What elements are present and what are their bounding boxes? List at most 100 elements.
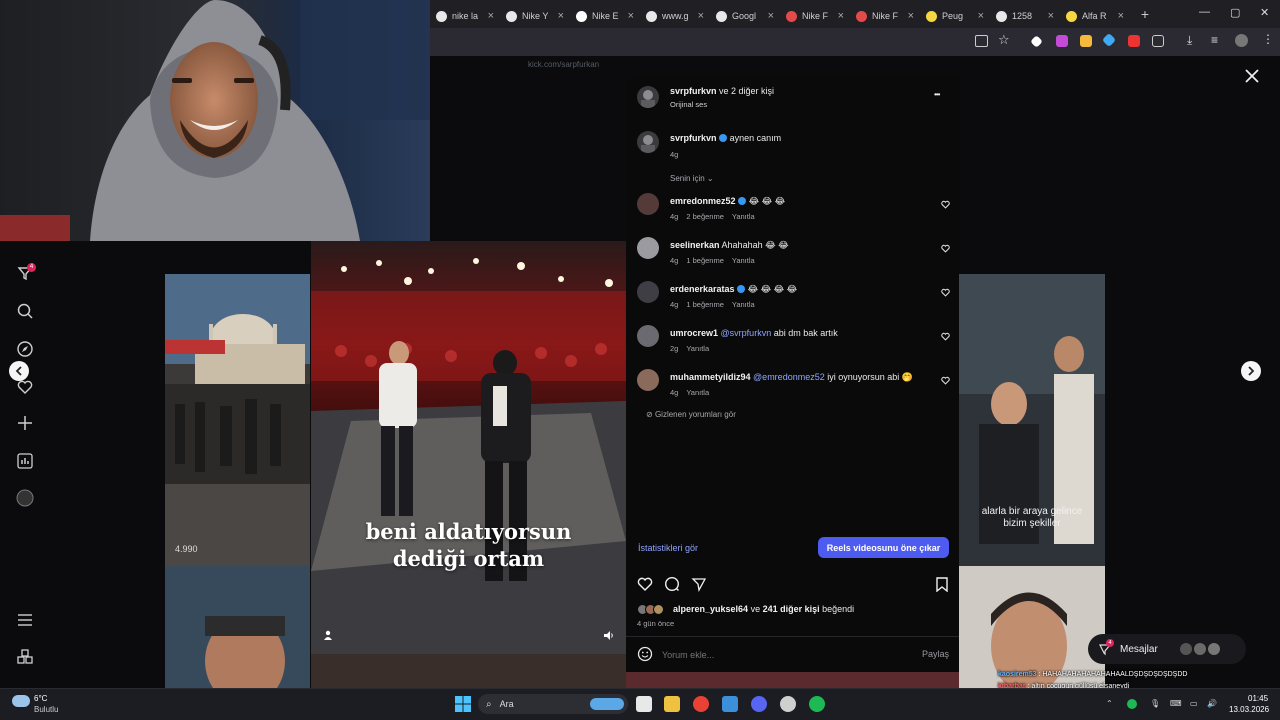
comment-bubble-icon[interactable] [664,576,680,592]
comment-input[interactable] [662,647,902,662]
windows-start-icon[interactable] [455,696,471,712]
close-tab-icon[interactable]: × [838,10,844,22]
comment-like-count[interactable]: 1 beğenme [686,300,724,309]
comment-username[interactable]: muhammetyildiz94 [670,372,751,382]
close-icon[interactable] [1244,68,1260,84]
reading-list-icon[interactable]: ≡ [1211,33,1218,47]
comment-like-heart-icon[interactable] [941,332,950,341]
tray-app-icon[interactable] [1127,699,1137,709]
browser-tab[interactable]: Googl × [710,4,780,28]
app-icon[interactable] [780,696,796,712]
commenter-avatar[interactable] [637,325,659,347]
comment-username[interactable]: emredonmez52 [670,196,736,206]
like-heart-icon[interactable] [637,576,653,592]
new-tab-button[interactable]: + [1136,6,1154,22]
comment-sort-dropdown[interactable]: Senin için ⌄ [670,174,714,183]
comment-username[interactable]: erdenerkaratas [670,284,735,294]
audio-label[interactable]: Orijinal ses [670,100,707,109]
microphone-icon[interactable]: 🎙 [1150,699,1160,708]
comment-like-heart-icon[interactable] [941,244,950,253]
likes-summary[interactable]: alperen_yuksel64 ve 241 diğer kişi beğen… [673,604,854,614]
share-send-icon[interactable] [691,576,707,592]
more-menu-icon[interactable] [16,611,34,629]
browser-tab[interactable]: Nike Y × [500,4,570,28]
commenter-avatar[interactable] [637,369,659,391]
close-tab-icon[interactable]: × [1048,10,1054,22]
download-icon[interactable]: ⤓ [1187,33,1192,48]
hidden-comments-link[interactable]: ⊘ Gizlenen yorumları gör [646,410,736,419]
browser-tab[interactable]: 1258 × [990,4,1060,28]
extension-icon[interactable] [1080,35,1092,47]
browser-tab[interactable]: Nike F × [780,4,850,28]
grid-thumbnail-event[interactable]: alarla bir araya gelince bizim şekiller [959,274,1105,566]
minimize-button[interactable]: — [1199,6,1210,18]
close-tab-icon[interactable]: × [628,10,634,22]
network-icon[interactable]: ▭ [1190,699,1198,708]
clock-date[interactable]: 13.03.2026 [1229,705,1269,714]
close-tab-icon[interactable]: × [1118,10,1124,22]
browser-tab[interactable]: Peug × [920,4,990,28]
browser-tab[interactable]: Nike F × [850,4,920,28]
comment-like-count[interactable]: 1 beğenme [686,256,724,265]
comment-like-heart-icon[interactable] [941,288,950,297]
grid-thumbnail-strip[interactable] [311,654,626,688]
taskbar-search[interactable]: ⌕ Ara [478,694,628,714]
grid-thumbnail-strip[interactable] [626,672,959,688]
comment-username[interactable]: seelinerkan [670,240,720,250]
emoji-picker-icon[interactable] [637,646,653,662]
commenter-avatar[interactable] [637,237,659,259]
volume-icon[interactable]: 🔊 [1207,699,1217,708]
close-tab-icon[interactable]: × [908,10,914,22]
extension-icon[interactable] [1128,35,1140,47]
audio-volume-icon[interactable] [603,630,614,641]
boost-reel-button[interactable]: Reels videosunu öne çıkar [818,537,949,558]
previous-post-button[interactable] [9,361,29,381]
post-comment-button[interactable]: Paylaş [922,649,949,659]
comment-like-count[interactable]: 2 beğenme [686,212,724,221]
weather-temp[interactable]: 6°C [34,694,47,703]
author-avatar[interactable] [637,131,659,153]
browser-tab[interactable]: Nike E × [570,4,640,28]
also-from-meta-icon[interactable] [16,648,34,666]
more-options-icon[interactable]: ••• [934,90,940,99]
close-window-button[interactable]: ✕ [1260,6,1269,19]
profile-nav-icon[interactable] [16,489,34,507]
next-post-button[interactable] [1241,361,1261,381]
view-insights-link[interactable]: İstatistikleri gör [638,543,698,553]
cast-icon[interactable] [975,35,988,47]
grid-thumbnail-portrait[interactable] [959,566,1105,688]
task-view-icon[interactable] [636,696,652,712]
grid-thumbnail-mosque[interactable]: 4.990 [165,274,310,566]
reply-button[interactable]: Yanıtla [732,300,755,309]
commenter-avatar[interactable] [637,281,659,303]
weather-desc[interactable]: Bulutlu [34,705,58,714]
reply-button[interactable]: Yanıtla [686,388,709,397]
close-tab-icon[interactable]: × [768,10,774,22]
browser-tab[interactable]: www.g × [640,4,710,28]
explore-compass-icon[interactable] [16,340,34,358]
close-tab-icon[interactable]: × [698,10,704,22]
search-icon[interactable] [16,302,34,320]
reply-button[interactable]: Yanıtla [732,212,755,221]
browser-tab[interactable]: nike la × [430,4,500,28]
dashboard-chart-icon[interactable] [16,452,34,470]
messages-button[interactable]: 4 Mesajlar [1088,634,1246,664]
weather-cloud-icon[interactable] [12,695,30,707]
tray-overflow-icon[interactable]: ⌃ [1106,699,1113,708]
create-plus-icon[interactable] [16,414,34,432]
clock-time[interactable]: 01:45 [1248,694,1268,703]
discord-icon[interactable] [751,696,767,712]
reel-video[interactable]: beni aldatıyorsun dediği ortam [311,241,626,654]
close-tab-icon[interactable]: × [978,10,984,22]
save-bookmark-icon[interactable] [934,576,950,592]
reply-button[interactable]: Yanıtla [732,256,755,265]
extension-icon[interactable] [1056,35,1068,47]
chrome-icon[interactable] [693,696,709,712]
comment-mention[interactable]: @svrpfurkvn [721,328,772,338]
profile-avatar[interactable] [1235,34,1248,47]
app-icon[interactable] [722,696,738,712]
keyboard-icon[interactable]: ⌨ [1170,699,1182,708]
file-explorer-icon[interactable] [664,696,680,712]
extensions-puzzle-icon[interactable] [1152,35,1164,47]
close-tab-icon[interactable]: × [488,10,494,22]
